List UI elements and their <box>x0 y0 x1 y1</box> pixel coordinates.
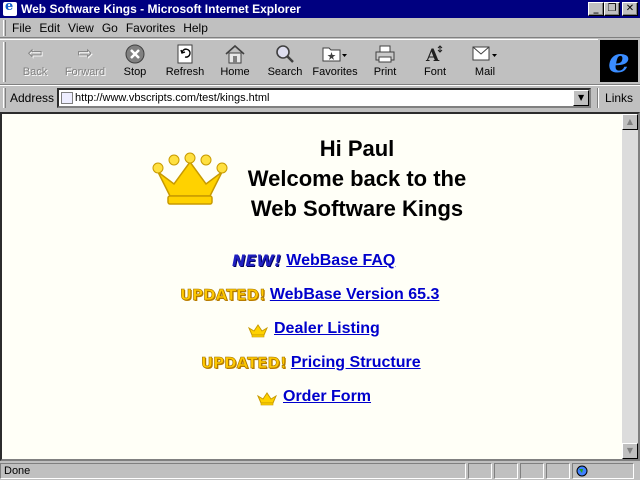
refresh-icon <box>172 43 198 65</box>
menu-file[interactable]: File <box>10 21 37 35</box>
back-label: Back <box>22 66 48 78</box>
welcome-heading: Hi Paul Welcome back to the Web Software… <box>212 134 502 224</box>
back-button[interactable]: ⇦ Back <box>10 40 60 82</box>
search-button[interactable]: Search <box>260 40 310 82</box>
new-badge: NEW! <box>232 251 282 270</box>
favorites-folder-icon <box>322 43 348 65</box>
link-row-dealer: Dealer Listing <box>248 320 380 338</box>
forward-button[interactable]: ⇨ Forward <box>60 40 110 82</box>
stop-icon <box>122 43 148 65</box>
web-page: Hi Paul Welcome back to the Web Software… <box>2 114 622 459</box>
menu-grip[interactable] <box>3 19 6 36</box>
menu-help[interactable]: Help <box>181 21 214 35</box>
favorites-label: Favorites <box>312 66 358 78</box>
pricing-structure-link[interactable]: Pricing Structure <box>291 354 421 372</box>
print-label: Print <box>373 66 397 78</box>
home-icon <box>222 43 248 65</box>
font-button[interactable]: A Font <box>410 40 460 82</box>
back-arrow-icon: ⇦ <box>27 43 43 64</box>
print-button[interactable]: Print <box>360 40 410 82</box>
page-icon <box>61 91 74 104</box>
status-text: Done <box>0 463 466 479</box>
status-panel-2 <box>494 463 518 479</box>
home-label: Home <box>220 66 250 78</box>
title-bar[interactable]: Web Software Kings - Microsoft Internet … <box>0 0 640 18</box>
window-title: Web Software Kings - Microsoft Internet … <box>21 2 301 16</box>
address-grip[interactable] <box>3 87 6 108</box>
link-row-pricing: UPDATED! Pricing Structure <box>201 354 421 373</box>
stop-label: Stop <box>123 66 147 78</box>
forward-label: Forward <box>64 66 106 78</box>
address-dropdown-arrow-icon[interactable]: ▼ <box>573 89 590 106</box>
toolbar-grip[interactable] <box>3 42 6 82</box>
small-crown-icon <box>257 392 277 406</box>
zone-panel <box>572 463 634 479</box>
links-button[interactable]: Links <box>605 91 633 105</box>
links-separator <box>597 87 600 108</box>
ie-logo-icon: e <box>608 41 630 81</box>
status-bar: Done <box>0 462 640 480</box>
mail-icon <box>472 43 498 65</box>
mail-label: Mail <box>474 66 496 78</box>
status-panel-4 <box>546 463 570 479</box>
stop-button[interactable]: Stop <box>110 40 160 82</box>
updated-badge: UPDATED! <box>180 286 266 305</box>
link-row-version: UPDATED! WebBase Version 65.3 <box>180 286 440 305</box>
menu-bar: File Edit View Go Favorites Help <box>0 18 640 38</box>
refresh-label: Refresh <box>165 66 205 78</box>
svg-text:A: A <box>425 46 440 64</box>
address-field[interactable]: ▼ <box>57 87 592 108</box>
menu-edit[interactable]: Edit <box>37 21 66 35</box>
browser-viewport: Hi Paul Welcome back to the Web Software… <box>0 112 640 461</box>
address-bar: Address ▼ Links <box>0 84 640 110</box>
scroll-up-arrow-icon[interactable]: ▲ <box>622 114 638 130</box>
ie-throbber-logo[interactable]: e <box>600 40 638 82</box>
scroll-down-arrow-icon[interactable]: ▼ <box>622 443 638 459</box>
order-form-link[interactable]: Order Form <box>283 388 371 406</box>
standard-toolbar: ⇦ Back ⇨ Forward Stop Refresh Home Searc… <box>0 39 598 83</box>
printer-icon <box>372 43 398 65</box>
vertical-scrollbar[interactable]: ▲ ▼ <box>622 114 638 459</box>
search-icon <box>272 43 298 65</box>
font-label: Font <box>423 66 446 78</box>
menu-favorites[interactable]: Favorites <box>124 21 181 35</box>
internet-zone-icon <box>576 465 588 477</box>
address-label: Address <box>10 90 55 105</box>
window-controls: _ ❐ ✕ <box>588 2 638 16</box>
menu-go[interactable]: Go <box>100 21 124 35</box>
link-row-faq: NEW! WebBase FAQ <box>232 252 395 270</box>
updated-badge: UPDATED! <box>201 354 287 373</box>
small-crown-icon <box>248 324 268 338</box>
status-panel-1 <box>468 463 492 479</box>
font-size-icon: A <box>422 43 448 65</box>
webbase-version-link[interactable]: WebBase Version 65.3 <box>270 286 440 304</box>
link-row-order: Order Form <box>257 388 371 406</box>
favorites-button[interactable]: Favorites <box>310 40 360 82</box>
mail-button[interactable]: Mail <box>460 40 510 82</box>
refresh-button[interactable]: Refresh <box>160 40 210 82</box>
welcome-line-2: Web Software Kings <box>250 196 464 221</box>
status-panel-3 <box>520 463 544 479</box>
restore-button[interactable]: ❐ <box>604 2 620 16</box>
greeting-text: Hi Paul <box>319 136 395 161</box>
minimize-button[interactable]: _ <box>588 2 604 16</box>
ie-app-icon[interactable] <box>3 0 17 16</box>
home-button[interactable]: Home <box>210 40 260 82</box>
menu-view[interactable]: View <box>66 21 100 35</box>
webbase-faq-link[interactable]: WebBase FAQ <box>286 252 395 270</box>
address-input[interactable] <box>75 89 566 106</box>
welcome-line-1: Welcome back to the <box>247 166 467 191</box>
forward-arrow-icon: ⇨ <box>77 43 93 64</box>
dealer-listing-link[interactable]: Dealer Listing <box>274 320 380 338</box>
close-button[interactable]: ✕ <box>622 2 638 16</box>
search-label: Search <box>267 66 303 78</box>
